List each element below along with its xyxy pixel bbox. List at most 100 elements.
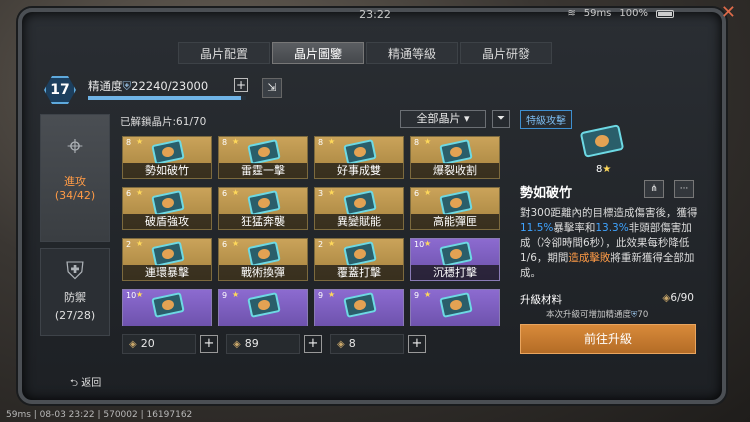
chip-icon — [439, 292, 473, 318]
resource-2-plus-button[interactable]: + — [304, 335, 322, 353]
tab-mastery-level[interactable]: 精通等級 — [366, 42, 458, 64]
star-icon: ★ — [232, 290, 240, 299]
chip-icon — [247, 292, 281, 318]
chip-icon-emblem — [257, 196, 271, 210]
chip-card[interactable]: 6 ★ 狂猛奔襲 — [218, 187, 308, 230]
back-button[interactable]: ⮌ 返回 — [70, 374, 101, 393]
chip-card-count: 3 — [318, 189, 324, 198]
tab-chip-collection[interactable]: 晶片圖鑒 — [272, 42, 364, 64]
upgrade-material-value: ◈6/90 — [662, 292, 694, 304]
chip-icon — [439, 139, 473, 165]
star-icon: ★ — [136, 239, 144, 248]
chip-name: 勢如破竹 — [520, 186, 573, 201]
resource-2: ◈ 89 + — [226, 334, 322, 354]
chip-card-name: 狂猛奔襲 — [219, 214, 307, 229]
chip-icon-emblem — [593, 133, 611, 149]
star-icon: ★ — [232, 239, 240, 248]
chip-icon-emblem — [161, 196, 175, 210]
mastery-text: 精通度⛨22240/23000 — [88, 78, 208, 94]
chip-card-count: 6 — [126, 189, 132, 198]
resource-3-box: ◈ 8 — [330, 334, 404, 354]
upgrade-note: 本次升級可增加精通度⛨70 — [546, 308, 648, 320]
desc-part-3: 暴擊率和 — [553, 222, 596, 234]
material-icon: ◈ — [233, 339, 241, 350]
chip-card[interactable]: 3 ★ 異變賦能 — [314, 187, 404, 230]
battery-icon — [656, 9, 674, 18]
chip-card[interactable]: 9 ★ — [314, 289, 404, 326]
chip-icon — [151, 241, 185, 267]
tab-chip-research[interactable]: 晶片研發 — [460, 42, 552, 64]
chip-icon-emblem — [161, 145, 175, 159]
desc-crit-rate: 11.5% — [520, 222, 554, 234]
shield-icon: ⛨ — [66, 257, 84, 285]
chip-detail-panel: 特級攻擊 8★ 勢如破竹 ⋔ ··· 對300距離內的目標造成傷害後，獲得 11.… — [516, 110, 700, 356]
star-icon: ★ — [136, 290, 144, 299]
chip-card-count: 2 — [318, 240, 324, 249]
upgrade-material-label: 升級材料 — [520, 294, 562, 306]
sidebar-item-defense[interactable]: ⛨ 防禦 (27/28) — [40, 248, 110, 336]
chip-card-count: 8 — [414, 138, 420, 147]
star-icon: ★ — [602, 164, 612, 175]
chip-icon-emblem — [257, 298, 271, 312]
wifi-icon: ≋ — [567, 8, 576, 19]
chip-icon — [343, 292, 377, 318]
chip-card-count: 10 — [414, 240, 425, 249]
crosshair-icon: ⌖ — [67, 129, 83, 162]
chip-card[interactable]: 6 ★ 破盾強攻 — [122, 187, 212, 230]
more-options-button[interactable]: ··· — [674, 180, 694, 198]
chip-description: 對300距離內的目標造成傷害後，獲得11.5%暴擊率和13.3%非頭部傷害加成（… — [520, 206, 698, 281]
upgrade-material-count: 6/90 — [670, 292, 694, 304]
star-icon: ★ — [328, 137, 336, 146]
chip-card[interactable]: 9 ★ — [218, 289, 308, 326]
chip-card[interactable]: 8 ★ 爆裂收割 — [410, 136, 500, 179]
chip-card[interactable]: 10 ★ 沉穩打擊 — [410, 238, 500, 281]
chip-card-name: 破盾強攻 — [123, 214, 211, 229]
chip-icon — [343, 241, 377, 267]
chip-card-name: 戰術換彈 — [219, 265, 307, 280]
resource-1-box: ◈ 20 — [122, 334, 196, 354]
chip-card[interactable]: 2 ★ 覆蓋打擊 — [314, 238, 404, 281]
chip-icon — [247, 139, 281, 165]
chip-icon-emblem — [161, 247, 175, 261]
resource-3-plus-button[interactable]: + — [408, 335, 426, 353]
chip-card-count: 8 — [318, 138, 324, 147]
desc-part-1: 對300距離內的目標造成傷害後，獲得 — [520, 207, 698, 219]
chevron-down-icon: ▾ — [463, 112, 470, 125]
resource-1-plus-button[interactable]: + — [200, 335, 218, 353]
sidebar-attack-count: (34/42) — [54, 189, 96, 202]
chip-card[interactable]: 8 ★ 好事成雙 — [314, 136, 404, 179]
mastery-plus-button[interactable]: + — [234, 78, 248, 92]
chip-card[interactable]: 9 ★ — [410, 289, 500, 326]
close-icon[interactable]: ✕ — [721, 2, 736, 23]
chip-card-name: 高能彈匣 — [411, 214, 499, 229]
desc-kill: 造成擊敗 — [568, 252, 611, 264]
chip-icon-emblem — [353, 298, 367, 312]
chip-card[interactable]: 6 ★ 戰術換彈 — [218, 238, 308, 281]
chip-filter-dropdown[interactable]: 全部晶片 ▾ — [400, 110, 486, 128]
sidebar-item-attack[interactable]: ⌖ 進攻 (34/42) — [40, 114, 110, 242]
chip-card[interactable]: 6 ★ 高能彈匣 — [410, 187, 500, 230]
star-icon: ★ — [136, 188, 144, 197]
chip-card[interactable]: 8 ★ 雷霆一擊 — [218, 136, 308, 179]
go-upgrade-button[interactable]: 前往升級 — [520, 324, 696, 354]
tab-bar: 晶片配置 晶片圖鑒 精通等級 晶片研發 — [178, 42, 554, 64]
resource-1: ◈ 20 + — [122, 334, 218, 354]
chip-card[interactable]: 8 ★ 勢如破竹 — [122, 136, 212, 179]
funnel-icon[interactable]: ⏷ — [492, 110, 510, 128]
mastery-progress-fill — [88, 96, 241, 100]
share-button[interactable]: ⇲ — [262, 78, 282, 98]
star-icon: ★ — [136, 137, 144, 146]
chip-card-name: 雷霆一擊 — [219, 163, 307, 178]
chip-card-count: 6 — [222, 240, 228, 249]
chip-card[interactable]: 2 ★ 連環暴擊 — [122, 238, 212, 281]
battery-text: 100% — [619, 8, 648, 19]
chip-icon-emblem — [161, 298, 175, 312]
chip-card-name: 沉穩打擊 — [411, 265, 499, 280]
resource-3-value: 8 — [348, 337, 356, 350]
back-label: 返回 — [81, 378, 102, 389]
chip-tree-button[interactable]: ⋔ — [644, 180, 664, 198]
chip-card-name: 爆裂收割 — [411, 163, 499, 178]
tab-chip-config[interactable]: 晶片配置 — [178, 42, 270, 64]
chip-icon-emblem — [353, 145, 367, 159]
chip-card[interactable]: 10 ★ — [122, 289, 212, 326]
